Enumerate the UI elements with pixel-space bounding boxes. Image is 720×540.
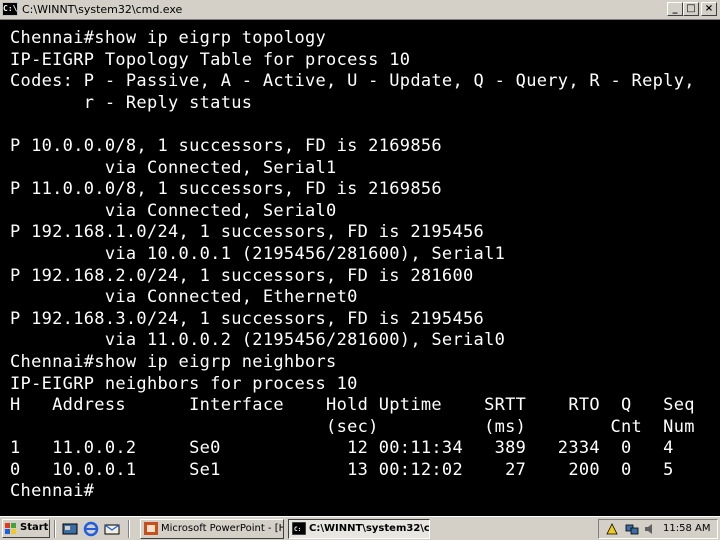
task-label: C:\WINNT\system32\c...	[309, 523, 430, 534]
clock[interactable]: 11:58 AM	[663, 523, 710, 534]
console-line: 0 10.0.0.1 Se1 13 00:12:02 27 200 0 5	[10, 459, 674, 480]
show-desktop-icon[interactable]	[62, 521, 78, 537]
console-line: Codes: P - Passive, A - Active, U - Upda…	[10, 71, 695, 92]
console-line: H Address Interface Hold Uptime SRTT RTO…	[10, 395, 695, 416]
console-line: r - Reply status	[10, 92, 253, 113]
system-tray: 11:58 AM	[598, 519, 718, 539]
task-button-cmd[interactable]: C: C:\WINNT\system32\c...	[288, 519, 430, 539]
console-line: P 192.168.2.0/24, 1 successors, FD is 28…	[10, 265, 474, 286]
internet-explorer-icon[interactable]	[83, 521, 99, 537]
task-button-powerpoint[interactable]: Microsoft PowerPoint - [H...	[140, 519, 284, 539]
window-title: C:\WINNT\system32\cmd.exe	[22, 3, 183, 16]
powerpoint-icon	[144, 522, 158, 535]
language-bar-icon[interactable]	[605, 522, 619, 536]
cmd-icon: C:	[292, 522, 306, 535]
console-line: via 11.0.0.2 (2195456/281600), Serial0	[10, 330, 506, 351]
console-line: P 11.0.0.0/8, 1 successors, FD is 216985…	[10, 179, 442, 200]
console-line: IP-EIGRP neighbors for process 10	[10, 373, 358, 394]
console-line: P 192.168.3.0/24, 1 successors, FD is 21…	[10, 308, 485, 329]
console-line: via Connected, Serial0	[10, 200, 337, 221]
console-prompt[interactable]: Chennai#	[10, 481, 710, 503]
console-line: P 10.0.0.0/8, 1 successors, FD is 216985…	[10, 135, 442, 156]
console-line: via Connected, Serial1	[10, 157, 337, 178]
maximize-button[interactable]: □	[683, 2, 699, 16]
windows-logo-icon	[5, 523, 16, 534]
taskbar-separator	[128, 520, 130, 538]
console-line: (sec) (ms) Cnt Num	[10, 416, 695, 437]
console-line: 1 11.0.0.2 Se0 12 00:11:34 389 2334 0 4	[10, 438, 674, 459]
cmd-icon[interactable]: C:\	[2, 2, 18, 16]
console-output[interactable]: Chennai#show ip eigrp topology IP-EIGRP …	[10, 28, 710, 508]
task-label: Microsoft PowerPoint - [H...	[161, 523, 284, 534]
console-line: IP-EIGRP Topology Table for process 10	[10, 49, 411, 70]
taskbar: Start Microsoft PowerPoint - [H... C: C:…	[0, 516, 720, 540]
start-label: Start	[20, 522, 49, 533]
console-line: Chennai#show ip eigrp topology	[10, 28, 327, 48]
network-icon[interactable]	[625, 522, 639, 536]
outlook-express-icon[interactable]	[104, 521, 120, 537]
console-line: via Connected, Ethernet0	[10, 287, 358, 308]
volume-icon[interactable]	[643, 522, 657, 536]
console-line: P 192.168.1.0/24, 1 successors, FD is 21…	[10, 222, 485, 243]
start-button[interactable]: Start	[2, 519, 50, 538]
title-bar[interactable]: C:\ C:\WINNT\system32\cmd.exe _ □ ×	[0, 0, 720, 20]
minimize-button[interactable]: _	[667, 2, 683, 16]
console-line: via 10.0.0.1 (2195456/281600), Serial1	[10, 243, 506, 264]
console-line: Chennai#show ip eigrp neighbors	[10, 351, 337, 372]
taskbar-separator	[54, 520, 56, 538]
close-button[interactable]: ×	[701, 2, 717, 16]
cmd-window: C:\ C:\WINNT\system32\cmd.exe _ □ × Chen…	[0, 0, 720, 516]
svg-text:C:: C:	[294, 526, 301, 533]
